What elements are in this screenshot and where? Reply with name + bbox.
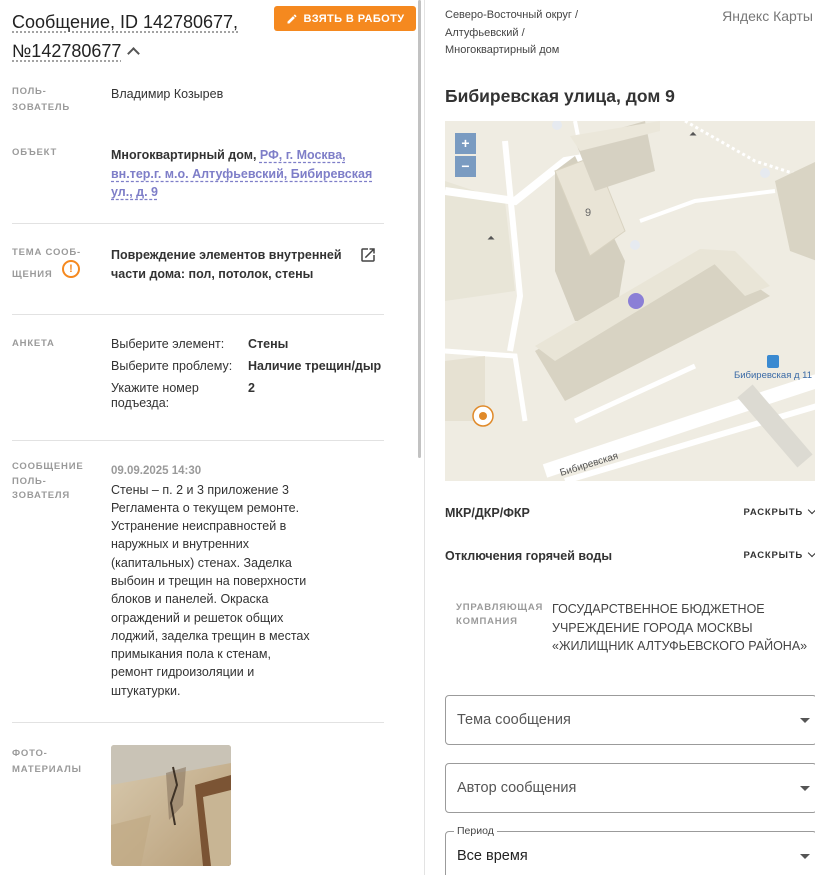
hot-water-section-title: Отключения горячей воды [445, 549, 613, 563]
scrollbar[interactable] [418, 0, 421, 458]
survey-label: Анкета [12, 338, 55, 349]
object-row: Объект Многоквартирный дом, РФ, г. Москв… [12, 145, 384, 205]
message-title-text[interactable]: Сообщение, ID 142780677, №142780677 [12, 12, 238, 61]
open-external-icon[interactable] [359, 246, 377, 264]
user-message-row: Сообщение поль- зователя 09.09.2025 14:3… [12, 460, 384, 700]
svg-text:⏶: ⏶ [487, 233, 495, 244]
pencil-icon [287, 13, 297, 23]
survey-answer: Стены [248, 337, 289, 351]
topic-label: Тема сооб- щения [12, 247, 81, 280]
survey-question: Выберите элемент: [111, 337, 225, 351]
object-label: Объект [12, 147, 58, 158]
survey-question: Укажите номер подъезда: [111, 381, 199, 410]
period-filter-value: Все время [457, 848, 528, 864]
object-value: Многоквартирный дом, РФ, г. Москва, вн.т… [111, 146, 383, 202]
breadcrumb: Северо-Восточный округ / Алтуфьевский / … [445, 9, 579, 56]
user-message-label: Сообщение поль- зователя [12, 461, 84, 501]
topic-value: Повреждение элементов внутренней части д… [111, 248, 342, 281]
divider [12, 722, 384, 723]
user-value: Владимир Козырев [111, 87, 224, 101]
dropdown-arrow-icon [800, 786, 810, 791]
hot-water-expand-button[interactable]: РАСКРЫТЬ [743, 548, 815, 561]
map-house-number: 9 [585, 207, 591, 219]
chevron-up-icon[interactable] [127, 47, 141, 60]
divider [12, 223, 384, 224]
photo-image[interactable] [111, 745, 231, 866]
take-to-work-button[interactable]: Взять в работу [274, 6, 416, 31]
map-canvas[interactable]: 9 Бибиревская Бибиревская д 11 ⏶ ⏶ [445, 121, 815, 481]
topic-filter-select[interactable]: Тема сообщения [445, 695, 815, 745]
user-label: Поль- зователь [12, 86, 71, 113]
page: Сообщение, ID 142780677, №142780677 Взят… [0, 0, 815, 875]
expand-label: РАСКРЫТЬ [743, 507, 803, 518]
period-filter-legend: Период [454, 825, 497, 837]
user-message-body: 09.09.2025 14:30 Стены – п. 2 и 3 прилож… [111, 462, 316, 700]
object-info-panel: Северо-Восточный округ / Алтуфьевский / … [425, 0, 815, 875]
management-company-value: ГОСУДАРСТВЕННОЕ БЮДЖЕТНОЕ УЧРЕЖДЕНИЕ ГОР… [552, 602, 808, 653]
map-stop-label: Бибиревская д 11 [734, 370, 812, 381]
warning-icon: ! [62, 260, 80, 278]
zoom-out-button[interactable]: − [455, 156, 476, 177]
dropdown-arrow-icon [800, 854, 810, 859]
address-heading: Бибиревская улица, дом 9 [445, 86, 675, 106]
message-date: 09.09.2025 14:30 [111, 465, 202, 477]
period-filter-select[interactable]: Период Все время [445, 825, 815, 875]
author-filter-placeholder: Автор сообщения [457, 780, 577, 796]
zoom-in-button[interactable]: + [455, 133, 476, 154]
photo-thumbnail[interactable] [111, 745, 231, 866]
repairs-section-title: МКР/ДКР/ФКР [445, 506, 530, 520]
take-to-work-label: Взять в работу [303, 12, 405, 25]
divider [12, 314, 384, 315]
divider [12, 440, 384, 441]
map[interactable]: 9 Бибиревская Бибиревская д 11 ⏶ ⏶ + − [445, 121, 815, 481]
survey-answer: 2 [248, 381, 255, 395]
photos-label: Фото- материалы [12, 748, 82, 775]
expand-label: РАСКРЫТЬ [743, 550, 803, 561]
svg-text:⏶: ⏶ [689, 129, 697, 140]
message-details-panel: Сообщение, ID 142780677, №142780677 Взят… [0, 0, 416, 875]
survey-answer: Наличие трещин/дыр [248, 359, 382, 373]
chevron-down-icon [807, 548, 815, 558]
object-type: Многоквартирный дом, [111, 148, 260, 162]
user-row: Поль- зователь Владимир Козырев [12, 84, 384, 114]
dropdown-arrow-icon [800, 718, 810, 723]
topic-filter-placeholder: Тема сообщения [457, 712, 571, 728]
topic-row: Тема сооб- щения ! Повреждение элементов… [12, 245, 384, 295]
author-filter-select[interactable]: Автор сообщения [445, 763, 815, 813]
survey-question: Выберите проблему: [111, 359, 233, 373]
message-title[interactable]: Сообщение, ID 142780677, №142780677 [12, 8, 262, 66]
management-company-label: УПРАВЛЯЮЩАЯ КОМПАНИЯ [456, 602, 544, 627]
message-text: Стены – п. 2 и 3 приложение 3 Регламента… [111, 482, 310, 698]
repairs-expand-button[interactable]: РАСКРЫТЬ [743, 505, 815, 518]
yandex-maps-link[interactable]: Яндекс Карты [722, 8, 813, 24]
chevron-down-icon [807, 505, 815, 515]
